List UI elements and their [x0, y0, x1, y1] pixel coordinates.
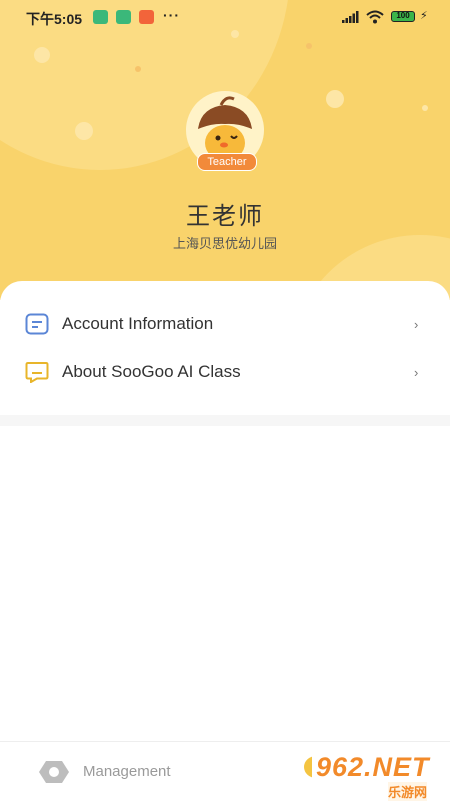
watermark-logo: 962.NET 乐游网	[312, 752, 450, 801]
document-icon	[25, 313, 49, 335]
menu-item-about[interactable]: About SooGoo AI Class ›	[0, 348, 450, 396]
tab-management-label: Management	[83, 763, 171, 780]
shield-app-icon	[93, 10, 108, 24]
hexagon-icon	[39, 761, 69, 783]
teacher-name: 王老师	[186, 203, 264, 230]
decor-dot	[135, 66, 141, 72]
chevron-right-icon: ›	[414, 364, 419, 380]
watermark-text: 962.NET	[316, 752, 430, 782]
decor-dot	[326, 90, 344, 108]
decor-dot	[75, 122, 93, 140]
bottom-tab-bar: Management 962.NET 乐游网	[0, 741, 450, 801]
decor-dot	[34, 47, 50, 63]
avatar[interactable]: Teacher	[176, 91, 274, 171]
menu-item-label: About SooGoo AI Class	[62, 362, 241, 381]
status-time: 下午5:05	[26, 11, 83, 27]
signal-icon	[342, 11, 359, 23]
shield-app-icon	[116, 10, 131, 24]
charging-icon: ⚡	[420, 10, 428, 22]
more-notifications-icon: ···	[163, 7, 180, 23]
section-divider	[0, 415, 450, 426]
watermark-subtext: 乐游网	[388, 782, 428, 801]
wifi-icon	[366, 10, 384, 24]
profile-header: 下午5:05 ··· 100 ⚡ Teacher 王老师 上海贝思优幼儿园	[0, 0, 450, 300]
school-name: 上海贝思优幼儿园	[172, 236, 277, 251]
battery-icon: 100	[391, 11, 415, 22]
chat-bubble-icon	[25, 362, 49, 383]
teacher-badge: Teacher	[197, 153, 257, 171]
decor-dot	[422, 105, 428, 111]
chevron-right-icon: ›	[414, 316, 419, 332]
menu-card: Account Information › About SooGoo AI Cl…	[0, 281, 450, 415]
status-bar: 下午5:05 ··· 100 ⚡	[0, 0, 450, 34]
menu-item-label: Account Information	[62, 314, 214, 333]
menu-item-account-information[interactable]: Account Information ›	[0, 300, 450, 348]
decor-dot	[306, 43, 312, 49]
notification-app-icon	[139, 10, 154, 24]
